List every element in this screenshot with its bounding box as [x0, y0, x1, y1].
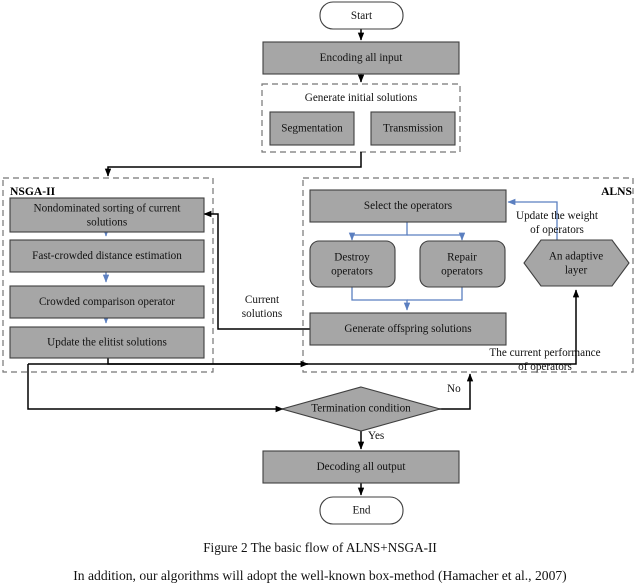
connector-alns-to-nsga2-current: Current solutions — [203, 210, 310, 330]
figure-caption: Figure 2 The basic flow of ALNS+NSGA-II — [203, 540, 437, 555]
node-nondominated-sorting-label-line1: Nondominated sorting of current — [34, 203, 182, 215]
connector-termination-yes: Yes — [357, 430, 384, 450]
group-alns-label: ALNS — [601, 185, 632, 198]
node-fast-crowded-distance-label: Fast-crowded distance estimation — [32, 250, 182, 262]
node-update-elitist[interactable]: Update the elitist solutions — [9, 326, 205, 359]
connector-adaptive-to-select: Update the weight of operators — [507, 198, 599, 240]
node-start-label: Start — [351, 10, 373, 22]
node-termination-condition[interactable]: Termination condition — [279, 386, 443, 432]
node-decoding-all-output[interactable]: Decoding all output — [262, 450, 460, 484]
node-adaptive-layer-label-line2: layer — [565, 265, 588, 277]
node-nondominated-sorting-label-line2: solutions — [87, 217, 127, 229]
node-transmission-label: Transmission — [383, 123, 443, 135]
node-repair-operators-label-line2: operators — [441, 266, 483, 278]
node-select-operators[interactable]: Select the operators — [309, 189, 507, 223]
node-end-label: End — [352, 505, 370, 517]
figure-container: Generate initial solutions NSGA-II ALNS — [0, 0, 640, 588]
node-start[interactable]: Start — [319, 1, 404, 30]
node-repair-operators-label-line1: Repair — [447, 252, 477, 264]
group-initial-solutions-label: Generate initial solutions — [305, 92, 417, 104]
node-encoding-all-input-label: Encoding all input — [320, 52, 404, 64]
node-segmentation[interactable]: Segmentation — [269, 111, 355, 146]
edge-label-yes: Yes — [368, 430, 384, 442]
node-repair-operators[interactable]: Repair operators — [419, 240, 506, 288]
node-select-operators-label: Select the operators — [364, 200, 452, 212]
node-update-elitist-label: Update the elitist solutions — [47, 337, 167, 349]
edge-label-performance-line2: of operators — [518, 361, 572, 373]
connector-initial-to-nsga2 — [104, 152, 362, 177]
body-text-line: In addition, our algorithms will adopt t… — [73, 568, 567, 583]
node-termination-condition-label: Termination condition — [311, 403, 411, 415]
node-destroy-operators[interactable]: Destroy operators — [309, 240, 396, 288]
flowchart-svg: Generate initial solutions NSGA-II ALNS — [2, 1, 634, 525]
edge-label-update-weight-line1: Update the weight — [516, 210, 599, 222]
node-encoding-all-input[interactable]: Encoding all input — [262, 41, 460, 75]
node-decoding-all-output-label: Decoding all output — [317, 461, 407, 473]
group-nsga2-label: NSGA-II — [10, 185, 56, 198]
edge-label-performance-line1: The current performance — [489, 347, 600, 359]
node-crowded-comparison[interactable]: Crowded comparison operator — [9, 285, 205, 319]
node-segmentation-label: Segmentation — [281, 123, 343, 135]
edge-label-current-line1: Current — [245, 294, 280, 306]
node-generate-offspring[interactable]: Generate offspring solutions — [309, 312, 507, 346]
connector-operators-to-offspring — [351, 287, 463, 311]
node-fast-crowded-distance[interactable]: Fast-crowded distance estimation — [9, 239, 205, 273]
node-generate-offspring-label: Generate offspring solutions — [344, 323, 471, 335]
node-adaptive-layer-label-line1: An adaptive — [549, 251, 603, 263]
node-destroy-operators-label-line2: operators — [331, 266, 373, 278]
connector-to-termination — [27, 364, 284, 413]
connector-termination-no: No — [438, 373, 474, 410]
node-nondominated-sorting[interactable]: Nondominated sorting of current solution… — [9, 197, 205, 233]
edge-label-no: No — [447, 383, 461, 395]
edge-label-update-weight-line2: of operators — [530, 224, 584, 236]
connector-select-to-operators — [348, 222, 466, 241]
node-crowded-comparison-label: Crowded comparison operator — [39, 296, 175, 308]
node-transmission[interactable]: Transmission — [370, 111, 456, 146]
node-end[interactable]: End — [319, 496, 404, 525]
node-adaptive-layer[interactable]: An adaptive layer — [523, 239, 630, 287]
node-destroy-operators-label-line1: Destroy — [334, 252, 370, 264]
connector-nsga2-to-alns — [107, 358, 309, 368]
edge-label-current-line2: solutions — [242, 308, 282, 320]
